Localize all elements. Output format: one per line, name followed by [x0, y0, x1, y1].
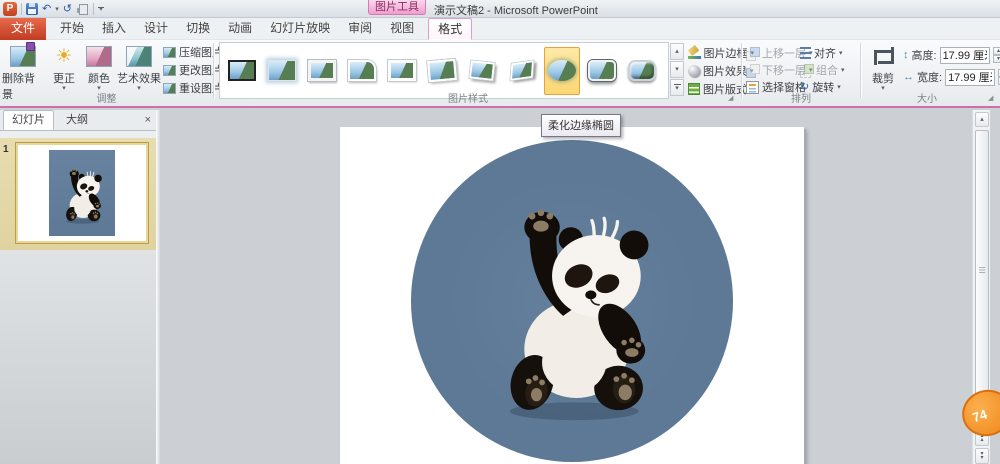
- tab-design[interactable]: 设计: [135, 18, 177, 40]
- tab-home[interactable]: 开始: [51, 18, 93, 40]
- close-pane-icon[interactable]: ×: [145, 114, 151, 126]
- size-dialog-launcher[interactable]: ◢: [988, 95, 993, 103]
- width-row: ↔ 宽度: ▴▾: [903, 68, 1000, 86]
- change-picture-button[interactable]: 更改图片: [163, 62, 223, 78]
- next-slide-button[interactable]: ▾ ▾: [975, 448, 989, 464]
- height-row: ↕ 高度: ▴▾: [903, 46, 1000, 64]
- ribbon-tab-row: 文件 开始 插入 设计 切换 动画 幻灯片放映 审阅 视图 格式: [0, 18, 1000, 40]
- picture-style-bevel-rectangle[interactable]: [624, 47, 660, 95]
- compress-picture-button[interactable]: 压缩图片: [163, 44, 223, 60]
- change-picture-icon: [163, 64, 176, 76]
- tab-transitions[interactable]: 切换: [177, 18, 219, 40]
- picture-style-tilted-perspective[interactable]: [464, 47, 500, 95]
- outline-tab[interactable]: 大纲: [57, 110, 97, 130]
- undo-icon[interactable]: ↶: [42, 2, 51, 16]
- tab-animations[interactable]: 动画: [219, 18, 261, 40]
- height-icon: ↕: [903, 49, 909, 61]
- ribbon: 删除背景 ☀ 更正 ▾ 颜色 ▾ 艺术效果 ▾ 压缩图片 更改图片 重设图片 ▾…: [0, 40, 1000, 108]
- panda-picture: [461, 174, 683, 429]
- window-title: 演示文稿2 - Microsoft PowerPoint: [434, 5, 598, 17]
- slides-tab[interactable]: 幻灯片: [3, 110, 54, 130]
- tab-insert[interactable]: 插入: [93, 18, 135, 40]
- picture-style-simple-white-frame[interactable]: [384, 47, 420, 95]
- height-field[interactable]: [939, 46, 990, 64]
- picture-style-relaxed-perspective[interactable]: [504, 47, 540, 95]
- group-separator: [860, 43, 861, 98]
- picture-border-button[interactable]: 图片边框 ▾: [688, 44, 754, 61]
- tab-review[interactable]: 审阅: [339, 18, 381, 40]
- style-tooltip: 柔化边缘椭圆: [541, 114, 621, 137]
- save-icon[interactable]: [26, 3, 38, 15]
- slide[interactable]: [340, 127, 804, 464]
- picture-effects-icon: [688, 64, 700, 77]
- height-stepper[interactable]: ▴ ▾: [992, 47, 1000, 63]
- slide-number: 1: [3, 144, 9, 155]
- tab-view[interactable]: 视图: [381, 18, 423, 40]
- title-bar: P ↶ ▾ ↺ ▾ 图片工具 演示文稿2 - Microsoft PowerPo…: [0, 0, 1000, 18]
- picture-styles-dialog-launcher[interactable]: ◢: [728, 95, 733, 103]
- arrange-group-label: 排列: [791, 94, 811, 105]
- quick-access-toolbar: P ↶ ▾ ↺ ▾: [3, 1, 104, 17]
- picture-style-soft-edge[interactable]: [264, 47, 300, 95]
- divider: [21, 3, 22, 15]
- panel-tab-bar: 幻灯片 大纲 ×: [0, 110, 156, 131]
- group-button: 组合 ▾: [800, 62, 858, 78]
- group-separator: [213, 43, 214, 98]
- scrollbar-thumb[interactable]: [975, 130, 989, 408]
- customize-qat-menu-icon[interactable]: ▾: [97, 6, 104, 13]
- picture-style-simple-black-frame[interactable]: [224, 47, 260, 95]
- picture-style-metal-frame[interactable]: [304, 47, 340, 95]
- send-backward-icon: [746, 63, 760, 78]
- compress-picture-icon: [163, 46, 176, 58]
- color-icon: [86, 45, 112, 67]
- tab-format[interactable]: 格式: [428, 18, 473, 40]
- picture-effects-button[interactable]: 图片效果 ▾: [688, 62, 754, 79]
- align-icon: [800, 47, 811, 59]
- scroll-up-icon[interactable]: ▴: [975, 112, 989, 127]
- panda-picture-thumbnail: [49, 150, 115, 236]
- width-icon: ↔: [903, 71, 914, 83]
- divider: [92, 3, 94, 15]
- gallery-scroll-up-button[interactable]: ▴: [670, 43, 684, 60]
- picture-style-snip-corner[interactable]: [344, 47, 380, 95]
- picture-soft-edge-oval-preview[interactable]: [411, 140, 733, 462]
- picture-style-rotated-white[interactable]: [424, 47, 460, 95]
- slide-canvas: [160, 110, 972, 464]
- crop-icon: [872, 45, 894, 67]
- height-label: 高度:: [911, 50, 937, 62]
- undo-caret-icon[interactable]: ▾: [55, 5, 59, 13]
- size-group-label: 大小: [917, 94, 937, 105]
- redo-icon[interactable]: ↺: [63, 2, 72, 16]
- bring-forward-icon: [746, 46, 760, 61]
- powerpoint-app-icon[interactable]: P: [3, 2, 17, 16]
- slide-thumbnail[interactable]: [15, 142, 149, 244]
- picture-styles-group-label: 图片样式: [448, 94, 488, 105]
- picture-style-rounded-reflected[interactable]: [584, 47, 620, 95]
- slides-panel: 幻灯片 大纲 × 1: [0, 110, 156, 464]
- group-objects-icon: [800, 63, 814, 78]
- picture-style-soft-edge-oval-hovered[interactable]: [544, 46, 580, 95]
- tab-file[interactable]: 文件: [0, 18, 47, 40]
- width-field[interactable]: [945, 68, 996, 86]
- print-preview-icon[interactable]: [76, 3, 89, 15]
- artistic-effects-icon: [126, 45, 152, 67]
- remove-background-marker-icon: [26, 41, 35, 51]
- gallery-scroll-down-button[interactable]: ▾: [670, 61, 684, 78]
- adjust-group-label: 调整: [96, 94, 117, 105]
- sun-icon: ☀: [55, 45, 73, 67]
- align-button[interactable]: 对齐 ▾: [800, 45, 858, 61]
- picture-tools-contextual-label: 图片工具: [368, 0, 426, 15]
- tab-slideshow[interactable]: 幻灯片放映: [261, 18, 339, 40]
- width-label: 宽度:: [917, 72, 943, 84]
- picture-border-icon: [688, 47, 702, 59]
